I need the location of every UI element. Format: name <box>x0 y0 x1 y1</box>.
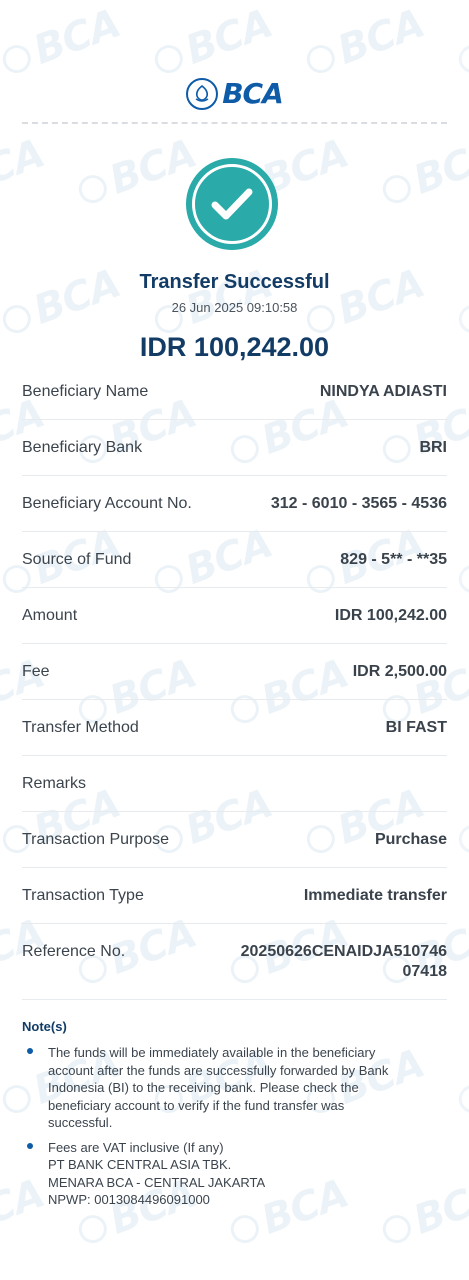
detail-row-fee: Fee IDR 2,500.00 <box>22 644 447 700</box>
notes-list: The funds will be immediately available … <box>22 1044 447 1216</box>
detail-label: Beneficiary Account No. <box>22 495 192 512</box>
detail-row-beneficiary-name: Beneficiary Name NINDYA ADIASTI <box>22 364 447 420</box>
detail-value: 312 - 6010 - 3565 - 4536 <box>270 495 447 512</box>
bca-emblem-icon <box>186 77 219 110</box>
detail-label: Transaction Purpose <box>22 831 170 848</box>
detail-label: Reference No. <box>22 943 126 960</box>
detail-value: Immediate transfer <box>303 887 447 904</box>
detail-label: Transfer Method <box>22 719 139 736</box>
note-line: beneficiary account to verify if the fun… <box>48 1097 345 1113</box>
detail-value: IDR 100,242.00 <box>334 607 447 624</box>
detail-value: IDR 2,500.00 <box>352 663 447 680</box>
bullet-icon <box>27 1048 33 1054</box>
bullet-icon <box>27 1142 33 1149</box>
note-line: MENARA BCA - CENTRAL JAKARTA <box>48 1174 266 1190</box>
detail-label: Fee <box>22 663 50 680</box>
note-item: The funds will be immediately available … <box>22 1044 447 1132</box>
status-title: Transfer Successful <box>139 271 330 293</box>
note-line: PT BANK CENTRAL ASIA TBK. <box>48 1157 232 1172</box>
transaction-datetime: 26 Jun 2025 09:10:58 <box>171 300 298 315</box>
note-item: Fees are VAT inclusive (If any) PT BANK … <box>22 1139 447 1209</box>
note-line: successful. <box>48 1115 113 1130</box>
bca-logo: BCA <box>0 77 469 110</box>
detail-row-beneficiary-bank: Beneficiary Bank BRI <box>22 420 447 476</box>
detail-value: BRI <box>419 439 447 456</box>
transfer-amount: IDR 100,242.00 <box>139 332 330 362</box>
detail-label: Amount <box>22 607 78 624</box>
note-line: NPWP: 0013084496091000 <box>48 1192 210 1207</box>
detail-label: Beneficiary Bank <box>22 439 143 456</box>
detail-row-account-no: Beneficiary Account No. 312 - 6010 - 356… <box>22 476 447 532</box>
success-check-icon <box>186 158 278 250</box>
detail-label: Transaction Type <box>22 887 144 904</box>
detail-value: Purchase <box>374 831 447 848</box>
detail-value: 829 - 5** - **35 <box>340 551 447 568</box>
detail-value: BI FAST <box>385 719 447 736</box>
detail-label: Source of Fund <box>22 551 132 568</box>
detail-row-source-of-fund: Source of Fund 829 - 5** - **35 <box>22 532 447 588</box>
detail-label: Beneficiary Name <box>22 383 149 400</box>
notes-title: Note(s) <box>22 1019 67 1034</box>
detail-row-transaction-type: Transaction Type Immediate transfer <box>22 868 447 924</box>
detail-row-reference-no: Reference No. 20250626CENAIDJA5107460741… <box>22 924 447 1000</box>
detail-row-transfer-method: Transfer Method BI FAST <box>22 700 447 756</box>
detail-row-amount: Amount IDR 100,242.00 <box>22 588 447 644</box>
bca-logo-text: BCA <box>222 77 284 110</box>
note-line: Indonesia (BI) to the receiving bank. Pl… <box>48 1080 359 1095</box>
transfer-receipt: BCA Transfer Successful 26 Jun 2025 09:1… <box>0 0 469 1280</box>
note-line: The funds will be immediately available … <box>48 1045 376 1060</box>
detail-value: NINDYA ADIASTI <box>319 383 447 400</box>
detail-label: Remarks <box>22 775 87 792</box>
detail-value: 20250626CENAIDJA51074607418 <box>240 943 447 980</box>
detail-row-transaction-purpose: Transaction Purpose Purchase <box>22 812 447 868</box>
details-list: Beneficiary Name NINDYA ADIASTI Benefici… <box>22 364 447 1000</box>
note-line: account after the funds are successfully… <box>48 1062 389 1078</box>
note-line: Fees are VAT inclusive (If any) <box>48 1139 224 1155</box>
dashed-divider <box>22 122 447 124</box>
detail-row-remarks: Remarks <box>22 756 447 812</box>
